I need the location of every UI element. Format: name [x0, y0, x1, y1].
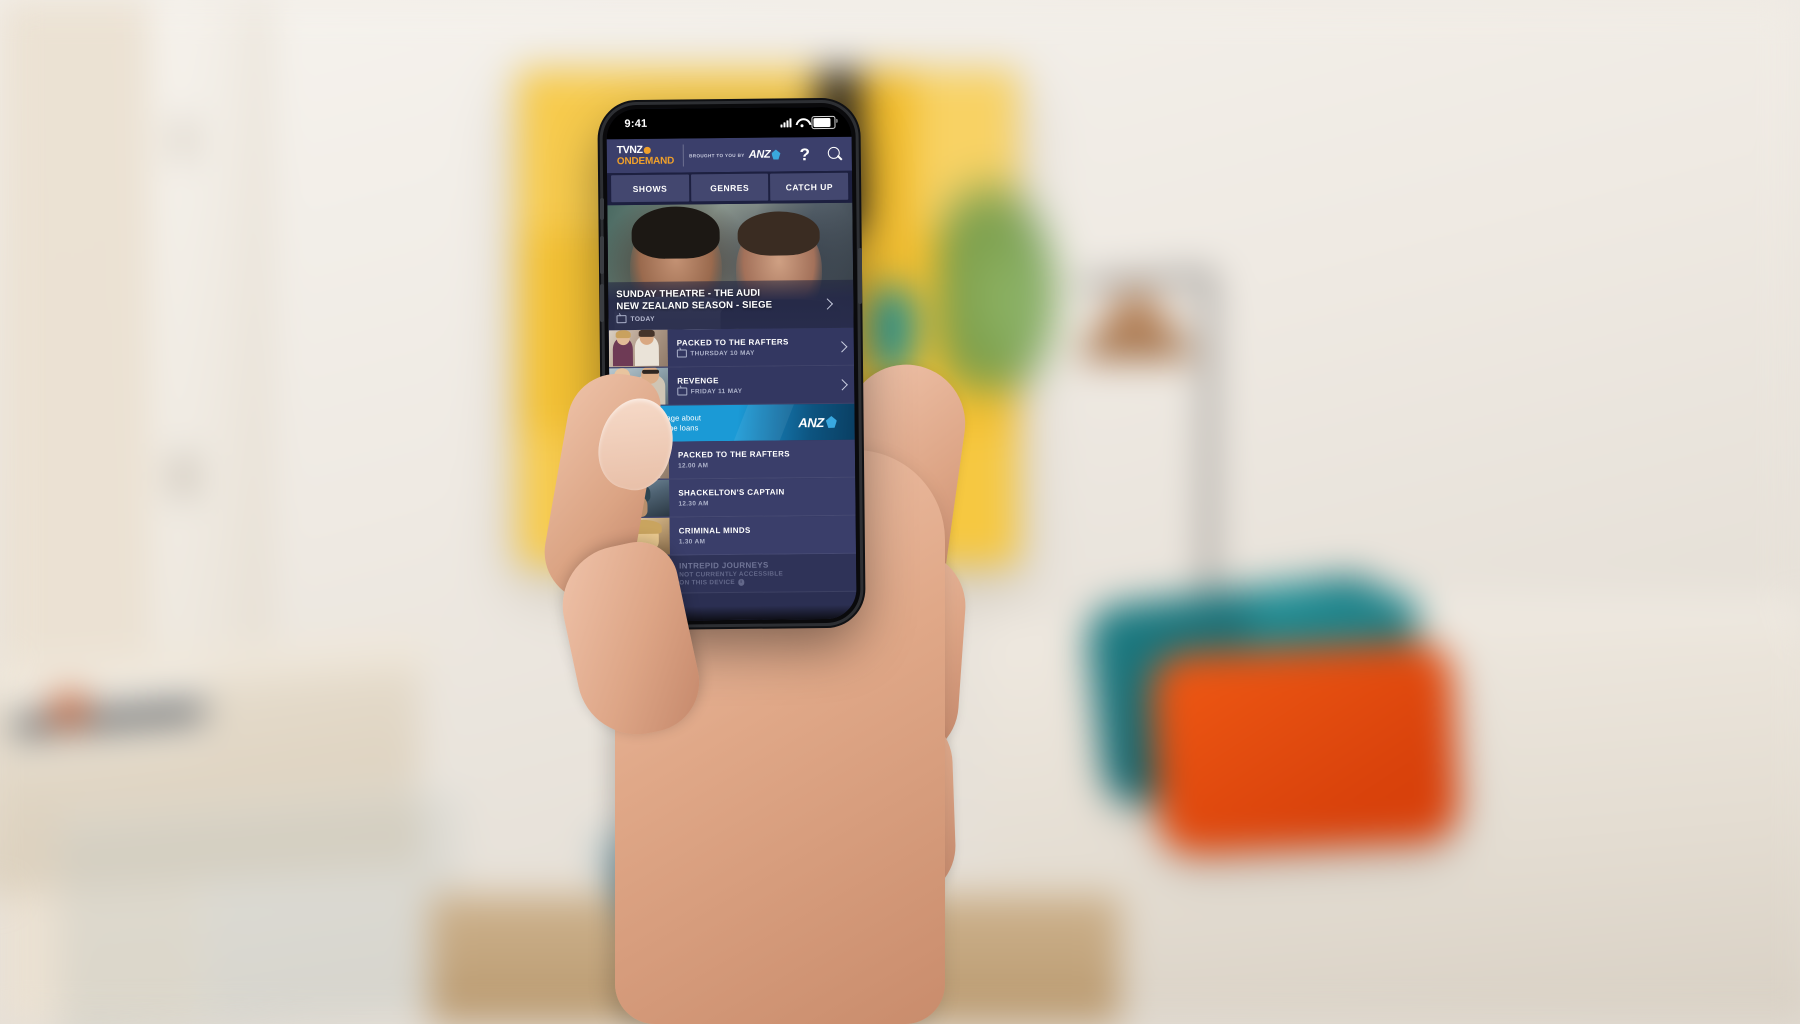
- volume-up-button[interactable]: [600, 236, 604, 274]
- app-header: TVNZ ONDEMAND BROUGHT TO YOU BY ANZ ?: [606, 136, 852, 174]
- row-chevron: [830, 366, 854, 403]
- row-meta-text: THURSDAY 10 MAY: [690, 349, 755, 358]
- row-meta-text: FRIDAY 11 MAY: [690, 387, 743, 396]
- tab-genres[interactable]: GENRES: [690, 173, 769, 202]
- ad-anz-wordmark: ANZ: [798, 414, 824, 430]
- row-subtitle: 1.30 AM: [678, 537, 852, 546]
- hero-overlay: SUNDAY THEATRE - THE AUDI NEW ZEALAND SE…: [608, 279, 854, 331]
- anz-wordmark: ANZ: [748, 148, 771, 161]
- row-title: PACKED TO THE RAFTERS: [677, 449, 790, 460]
- list-item[interactable]: PACKED TO THE RAFTERS THURSDAY 10 MAY: [608, 327, 855, 369]
- tab-shows[interactable]: SHOWS: [611, 174, 689, 203]
- chevron-right-icon: [836, 340, 848, 353]
- status-bar: 9:41: [606, 106, 852, 140]
- row-subtitle: FRIDAY 11 MAY: [677, 386, 826, 396]
- row-body: SHACKELTON'S CAPTAIN 12.30 AM: [669, 478, 855, 517]
- row-body: INTREPID JOURNEYS NOT CURRENTLY ACCESSIB…: [670, 554, 856, 593]
- tv-icon: [676, 349, 687, 358]
- question-mark-icon: ?: [799, 144, 811, 164]
- glass-tabletop: [60, 782, 460, 1024]
- notch: [685, 107, 773, 128]
- logo-dot-icon: [644, 147, 651, 154]
- orange-cushion: [1149, 640, 1461, 856]
- hero-title-line2: NEW ZEALAND SEASON - SIEGE: [616, 299, 773, 313]
- row-subtitle: 12.30 AM: [678, 499, 851, 508]
- search-icon: [828, 147, 842, 161]
- search-button[interactable]: [820, 137, 850, 171]
- volume-down-button[interactable]: [600, 284, 604, 322]
- row-title: CRIMINAL MINDS: [678, 526, 751, 536]
- scene-photo: 9:41 TVNZ ONDEMAND BROUGHT TO YOU BY ANZ…: [0, 0, 1800, 1024]
- row-subtitle: THURSDAY 10 MAY: [676, 348, 826, 358]
- row-body: PACKED TO THE RAFTERS 12.00 AM: [669, 440, 855, 479]
- hero-text: SUNDAY THEATRE - THE AUDI NEW ZEALAND SE…: [616, 287, 823, 324]
- chevron-right-icon: [836, 378, 848, 390]
- status-time: 9:41: [624, 117, 648, 131]
- anz-logo: ANZ: [748, 148, 781, 161]
- logo-ondemand-text: ONDEMAND: [616, 155, 675, 167]
- power-button[interactable]: [858, 248, 862, 304]
- anz-leaf-icon: [771, 149, 780, 159]
- row-subtitle: 12.00 AM: [678, 461, 851, 470]
- row-time-text: 12.30 AM: [678, 500, 709, 508]
- header-divider: [682, 144, 685, 167]
- sponsor-prefix-text: BROUGHT TO YOU BY: [689, 152, 745, 158]
- unavailable-message: NOT CURRENTLY ACCESSIBLE ON THIS DEVICE …: [679, 570, 852, 587]
- hero-meta-text: TODAY: [630, 315, 655, 323]
- door: [150, 0, 267, 650]
- row-title: PACKED TO THE RAFTERS: [676, 337, 789, 348]
- tab-catch-up[interactable]: CATCH UP: [770, 172, 849, 201]
- ad-anz-logo: ANZ: [781, 414, 855, 430]
- floor-lamp-pole: [1205, 275, 1212, 595]
- door-hinge: [176, 120, 190, 160]
- battery-icon: [811, 115, 836, 129]
- mute-switch[interactable]: [600, 198, 604, 220]
- row-time-text: 1.30 AM: [678, 538, 706, 546]
- thumbnail: [608, 329, 669, 368]
- row-body: PACKED TO THE RAFTERS THURSDAY 10 MAY: [668, 328, 830, 367]
- signal-icon: [780, 117, 792, 127]
- help-button[interactable]: ?: [790, 137, 820, 171]
- logo-top-row: TVNZ: [616, 144, 674, 157]
- anz-leaf-icon: [826, 416, 837, 428]
- status-icons: [780, 115, 836, 129]
- hero-actor-left-hair: [631, 206, 720, 260]
- hero-actor-right-hair: [737, 211, 820, 256]
- tvnz-ondemand-logo[interactable]: TVNZ ONDEMAND: [613, 144, 679, 167]
- unavailable-line-2: ON THIS DEVICE: [679, 578, 736, 587]
- row-time-text: 12.00 AM: [678, 462, 709, 470]
- hero-meta: TODAY: [616, 313, 823, 324]
- unavailable-line-2-row: ON THIS DEVICE i: [679, 578, 852, 587]
- row-chevron: [830, 328, 854, 365]
- nav-tabs: SHOWS GENRES CATCH UP: [606, 170, 853, 206]
- row-body: REVENGE FRIDAY 11 MAY: [668, 366, 830, 405]
- logo-tvnz-text: TVNZ: [616, 144, 643, 157]
- row-title: REVENGE: [677, 375, 719, 386]
- hero-card[interactable]: SUNDAY THEATRE - THE AUDI NEW ZEALAND SE…: [607, 202, 854, 331]
- row-body: CRIMINAL MINDS 1.30 AM: [670, 516, 856, 555]
- sponsor-block: BROUGHT TO YOU BY ANZ: [689, 148, 790, 161]
- door-handle: [175, 455, 191, 497]
- info-icon[interactable]: i: [737, 579, 745, 586]
- tv-icon: [616, 315, 627, 324]
- tv-icon: [677, 387, 688, 396]
- row-title: SHACKELTON'S CAPTAIN: [678, 487, 785, 498]
- wifi-icon: [795, 118, 807, 127]
